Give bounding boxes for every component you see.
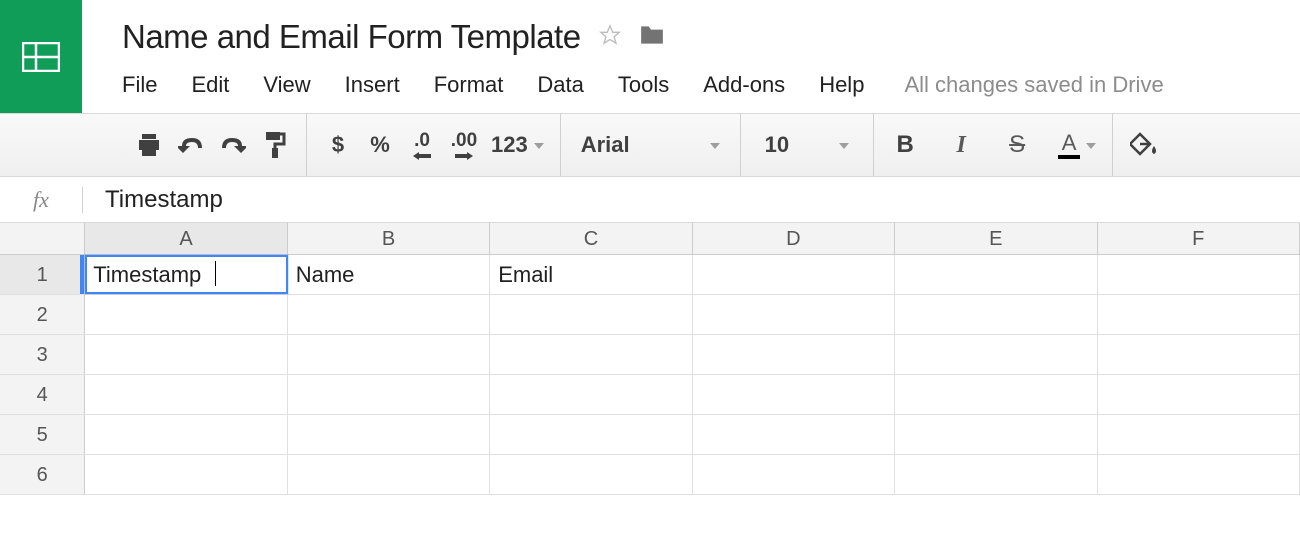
menu-insert[interactable]: Insert <box>345 72 400 98</box>
formula-input[interactable]: Timestamp <box>83 186 1300 214</box>
cell-c5[interactable] <box>490 415 692 454</box>
cell-b6[interactable] <box>288 455 490 494</box>
cell-d5[interactable] <box>693 415 895 454</box>
menu-file[interactable]: File <box>122 72 157 98</box>
cell-e3[interactable] <box>895 335 1097 374</box>
column-header-d[interactable]: D <box>693 223 895 254</box>
cell-c6[interactable] <box>490 455 692 494</box>
undo-icon[interactable] <box>176 127 206 163</box>
cell-c4[interactable] <box>490 375 692 414</box>
cell-a5[interactable] <box>85 415 287 454</box>
menu-bar: File Edit View Insert Format Data Tools … <box>122 72 1300 98</box>
column-header-b[interactable]: B <box>288 223 490 254</box>
chevron-down-icon <box>710 136 720 154</box>
column-header-c[interactable]: C <box>490 223 692 254</box>
star-icon[interactable] <box>599 24 621 51</box>
cell-e6[interactable] <box>895 455 1097 494</box>
spreadsheet-grid: A B C D E F 1 Timestamp Name Email 2 3 4… <box>0 223 1300 495</box>
document-title[interactable]: Name and Email Form Template <box>122 18 581 56</box>
cell-a2[interactable] <box>85 295 287 334</box>
menu-help[interactable]: Help <box>819 72 864 98</box>
bold-button[interactable]: B <box>890 127 920 163</box>
font-family-select[interactable]: Arial <box>561 114 740 176</box>
row-header-6[interactable]: 6 <box>0 455 85 494</box>
cell-b1[interactable]: Name <box>288 255 490 294</box>
sheets-logo[interactable] <box>0 0 82 113</box>
chevron-down-icon <box>839 136 849 154</box>
menu-tools[interactable]: Tools <box>618 72 669 98</box>
select-all-corner[interactable] <box>0 223 85 254</box>
cell-b2[interactable] <box>288 295 490 334</box>
cell-b5[interactable] <box>288 415 490 454</box>
cell-e5[interactable] <box>895 415 1097 454</box>
chevron-down-icon <box>1086 136 1096 154</box>
cell-c2[interactable] <box>490 295 692 334</box>
row-header-4[interactable]: 4 <box>0 375 85 414</box>
decrease-decimal-button[interactable]: .0 <box>407 127 437 163</box>
menu-format[interactable]: Format <box>434 72 504 98</box>
fill-color-button[interactable] <box>1129 127 1159 163</box>
row-header-5[interactable]: 5 <box>0 415 85 454</box>
font-size-select[interactable]: 10 <box>741 114 873 176</box>
row-header-3[interactable]: 3 <box>0 335 85 374</box>
cell-c3[interactable] <box>490 335 692 374</box>
cell-a3[interactable] <box>85 335 287 374</box>
cell-b3[interactable] <box>288 335 490 374</box>
column-header-f[interactable]: F <box>1098 223 1300 254</box>
menu-edit[interactable]: Edit <box>191 72 229 98</box>
chevron-down-icon <box>534 136 544 154</box>
row-header-2[interactable]: 2 <box>0 295 85 334</box>
cell-f1[interactable] <box>1098 255 1300 294</box>
text-color-button[interactable]: A <box>1058 127 1096 163</box>
cell-d4[interactable] <box>693 375 895 414</box>
toolbar: $ % .0 .00 123 Arial 10 B I S A <box>0 113 1300 177</box>
increase-decimal-button[interactable]: .00 <box>449 127 479 163</box>
font-name-label: Arial <box>581 132 630 158</box>
cell-a6[interactable] <box>85 455 287 494</box>
menu-addons[interactable]: Add-ons <box>703 72 785 98</box>
cell-f6[interactable] <box>1098 455 1300 494</box>
percent-button[interactable]: % <box>365 127 395 163</box>
cell-f2[interactable] <box>1098 295 1300 334</box>
cell-e1[interactable] <box>895 255 1097 294</box>
currency-button[interactable]: $ <box>323 127 353 163</box>
cell-b4[interactable] <box>288 375 490 414</box>
cell-f5[interactable] <box>1098 415 1300 454</box>
save-status: All changes saved in Drive <box>904 72 1163 98</box>
print-icon[interactable] <box>134 127 164 163</box>
cell-f4[interactable] <box>1098 375 1300 414</box>
cell-d6[interactable] <box>693 455 895 494</box>
cell-c1[interactable]: Email <box>490 255 692 294</box>
cell-a1[interactable]: Timestamp <box>85 255 287 294</box>
cell-d1[interactable] <box>693 255 895 294</box>
cell-e4[interactable] <box>895 375 1097 414</box>
cell-d3[interactable] <box>693 335 895 374</box>
redo-icon[interactable] <box>218 127 248 163</box>
font-size-label: 10 <box>765 132 789 158</box>
formula-bar: fx Timestamp <box>0 177 1300 223</box>
row-header-1[interactable]: 1 <box>0 255 85 294</box>
column-header-a[interactable]: A <box>85 223 287 254</box>
menu-view[interactable]: View <box>263 72 310 98</box>
italic-button[interactable]: I <box>946 127 976 163</box>
cell-a4[interactable] <box>85 375 287 414</box>
strikethrough-button[interactable]: S <box>1002 127 1032 163</box>
number-format-button[interactable]: 123 <box>491 127 544 163</box>
cell-e2[interactable] <box>895 295 1097 334</box>
folder-icon[interactable] <box>639 24 665 51</box>
fx-label: fx <box>0 187 82 213</box>
cell-f3[interactable] <box>1098 335 1300 374</box>
column-header-e[interactable]: E <box>895 223 1097 254</box>
cell-d2[interactable] <box>693 295 895 334</box>
paint-format-icon[interactable] <box>260 127 290 163</box>
menu-data[interactable]: Data <box>537 72 583 98</box>
